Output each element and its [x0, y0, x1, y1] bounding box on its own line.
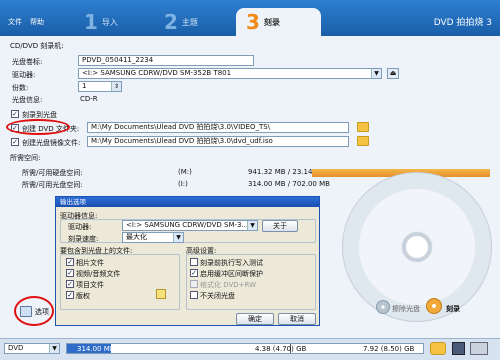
copyright-checkbox[interactable]: ✓ [66, 291, 74, 299]
burn-disc-icon[interactable] [426, 298, 442, 314]
menu-file[interactable]: 文件 [8, 17, 22, 27]
capacity-mid-text: 4.38 (4.70) GB [255, 345, 307, 353]
video-audio-checkbox[interactable]: ✓ [66, 269, 74, 277]
disc-info-value: CD-R [80, 95, 98, 103]
space-title: 所需空间: [10, 154, 41, 162]
folder-icon[interactable] [430, 342, 446, 355]
buffer-protect-label: 启用缓冲区间断保护 [200, 270, 263, 278]
capacity-used-text: 314.00 MB [77, 345, 115, 353]
disc-space-label: 所需/可用光盘空间: [22, 181, 83, 189]
create-image-label: 创建光盘镜像文件: [22, 139, 81, 147]
copyright-label: 版权 [76, 292, 90, 300]
folder-icon[interactable] [357, 136, 369, 146]
drive-select-value: <I:> SAMSUNG CDRW/DVD SM-352B T801 [82, 69, 232, 77]
drive-select[interactable]: <I:> SAMSUNG CDRW/DVD SM-352B T801 ▼ [78, 68, 382, 79]
tab-theme-number: 2 [164, 10, 178, 34]
create-image-checkbox[interactable]: ✓ [11, 138, 19, 146]
copies-stepper[interactable]: 1 ⇕ [78, 81, 122, 92]
speed-value: 最大化 [126, 233, 147, 241]
chevron-down-icon: ▼ [49, 344, 59, 353]
about-button[interactable]: 关于 [262, 220, 298, 232]
erase-disc-label[interactable]: 擦除光盘 [392, 304, 420, 314]
hdd-space-label: 所需/可用硬盘空间: [22, 169, 83, 177]
speed-select[interactable]: 最大化 ▼ [122, 232, 184, 243]
cancel-button[interactable]: 取消 [278, 313, 316, 325]
disc-drive: (I:) [178, 180, 188, 188]
eject-icon: ⏏ [389, 69, 397, 77]
tab-burn[interactable]: 3 刻录 [236, 8, 321, 36]
printer-icon[interactable] [470, 342, 488, 355]
tab-import-number: 1 [84, 10, 98, 34]
image-path-input[interactable]: M:\My Documents\Ulead DVD 拍拍烧\3.0\dvd_ud… [87, 136, 349, 147]
menu-help[interactable]: 帮助 [30, 17, 44, 27]
copies-value: 1 [82, 82, 87, 90]
disc-graphic [342, 172, 492, 322]
write-test-checkbox[interactable] [190, 258, 198, 266]
options-icon [20, 306, 32, 317]
app-title: DVD 拍拍烧 3 [433, 18, 492, 28]
options-button[interactable]: 选项 [20, 305, 50, 319]
speed-label: 刻录速度: [68, 235, 99, 243]
disc-type-select[interactable]: DVD ▼ [4, 343, 60, 354]
photo-files-checkbox[interactable]: ✓ [66, 258, 74, 266]
chevron-down-icon: ▼ [173, 233, 183, 242]
erase-disc-icon[interactable] [376, 300, 390, 314]
save-icon[interactable] [452, 342, 465, 355]
copyright-edit-icon[interactable] [156, 289, 166, 299]
dvd-folder-path-input[interactable]: M:\My Documents\Ulead DVD 拍拍烧\3.0\VIDEO_… [87, 122, 349, 133]
project-files-label: 项目文件 [76, 281, 104, 289]
photo-files-label: 相片文件 [76, 259, 104, 267]
eject-button[interactable]: ⏏ [387, 68, 399, 79]
volume-input[interactable]: PDVD_050411_2234 [78, 55, 254, 66]
capacity-end-text: 7.92 (8.50) GB [363, 345, 415, 353]
capacity-bar: 314.00 MB 4.38 (4.70) GB 7.92 (8.50) GB [66, 343, 424, 354]
dialog-title: 输出选项 [56, 197, 319, 207]
drive-label: 驱动器: [12, 71, 36, 79]
app-window: 文件 帮助 1 导入 2 主题 3 刻录 DVD 拍拍烧 3 CD/DVD 刻录… [0, 0, 500, 360]
tab-theme-label: 主题 [181, 17, 198, 27]
tab-burn-number: 3 [246, 10, 260, 34]
chevron-down-icon: ▼ [371, 69, 381, 78]
ok-button[interactable]: 确定 [236, 313, 274, 325]
dialog-drive-value: <I:> SAMSUNG CDRW/DVD SM-3... [126, 221, 249, 229]
copies-label: 份数: [12, 84, 29, 92]
no-close-disc-label: 不关闭光盘 [200, 292, 235, 300]
tab-burn-label: 刻录 [263, 17, 280, 27]
buffer-protect-checkbox[interactable]: ✓ [190, 269, 198, 277]
disc-info-label: 光盘信息: [12, 96, 43, 104]
tab-theme[interactable]: 2 主题 [164, 8, 198, 36]
write-test-label: 刻录前执行写入测试 [200, 259, 263, 267]
no-close-disc-checkbox[interactable] [190, 291, 198, 299]
project-files-checkbox[interactable]: ✓ [66, 280, 74, 288]
tab-import[interactable]: 1 导入 [84, 8, 118, 36]
burner-section-title: CD/DVD 刻录机: [10, 42, 64, 50]
burn-to-disc-checkbox[interactable]: ✓ [11, 110, 19, 118]
header-bar: 文件 帮助 1 导入 2 主题 3 刻录 DVD 拍拍烧 3 [0, 0, 500, 36]
disc-type-value: DVD [8, 344, 24, 352]
options-button-label: 选项 [35, 308, 49, 316]
output-options-dialog: 输出选项 驱动器信息: 驱动器: <I:> SAMSUNG CDRW/DVD S… [55, 196, 320, 326]
hdd-drive: (M:) [178, 168, 192, 176]
tab-import-label: 导入 [101, 17, 118, 27]
highlight-circle [6, 119, 70, 135]
format-dvdrw-label: 格式化 DVD+RW [200, 281, 257, 289]
dialog-drive-select[interactable]: <I:> SAMSUNG CDRW/DVD SM-3... ▼ [122, 220, 258, 231]
disc-space-value: 314.00 MB / 702.00 MB [248, 180, 330, 188]
folder-icon[interactable] [357, 122, 369, 132]
volume-label: 光盘卷标: [12, 58, 43, 66]
format-dvdrw-checkbox[interactable] [190, 280, 198, 288]
chevron-down-icon: ▼ [247, 221, 257, 230]
video-audio-label: 视频/音频文件 [76, 270, 121, 278]
stepper-arrows-icon[interactable]: ⇕ [111, 82, 121, 91]
burn-label[interactable]: 刻录 [446, 304, 460, 314]
status-bar: DVD ▼ 314.00 MB 4.38 (4.70) GB 7.92 (8.5… [0, 338, 500, 360]
dialog-drive-label: 驱动器: [68, 223, 92, 231]
